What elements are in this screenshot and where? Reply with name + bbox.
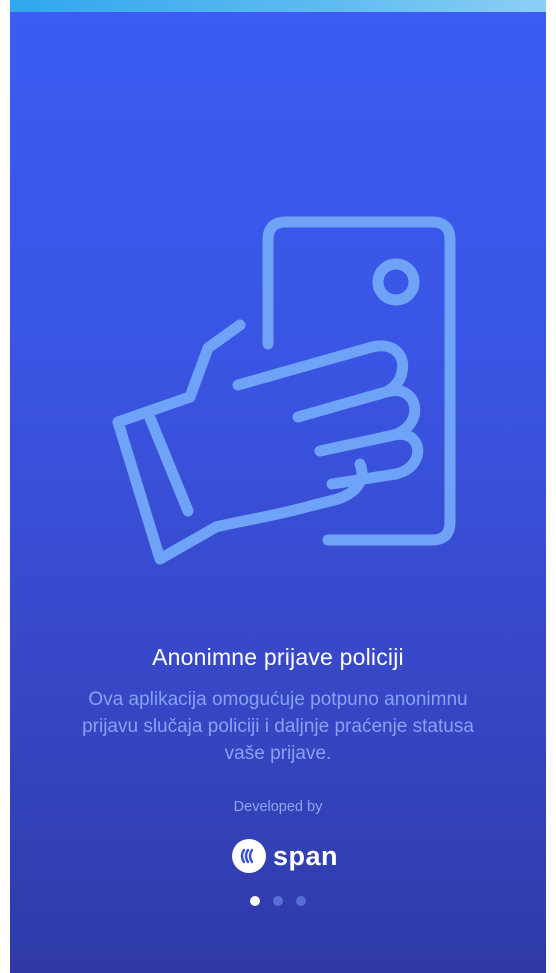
onboarding-description: Ova aplikacija omogućuje potpuno anonimn… xyxy=(82,689,474,764)
hand-holding-phone-icon xyxy=(112,216,456,565)
top-status-strip xyxy=(0,0,556,12)
span-logo-mark-icon xyxy=(232,839,266,873)
developed-by-label: Developed by xyxy=(233,799,323,815)
span-logo: span xyxy=(232,838,338,874)
page-dot-2[interactable] xyxy=(273,896,283,906)
onboarding-title: Anonimne prijave policiji xyxy=(152,644,404,670)
onboarding-screen[interactable]: Anonimne prijave policiji Ova aplikacija… xyxy=(10,12,546,973)
page-dot-3[interactable] xyxy=(296,896,306,906)
span-logo-text: span xyxy=(273,841,339,871)
left-frame-edge xyxy=(0,0,10,973)
page-indicator[interactable] xyxy=(10,896,546,906)
right-frame-edge xyxy=(546,0,556,973)
page-dot-1[interactable] xyxy=(250,896,260,906)
